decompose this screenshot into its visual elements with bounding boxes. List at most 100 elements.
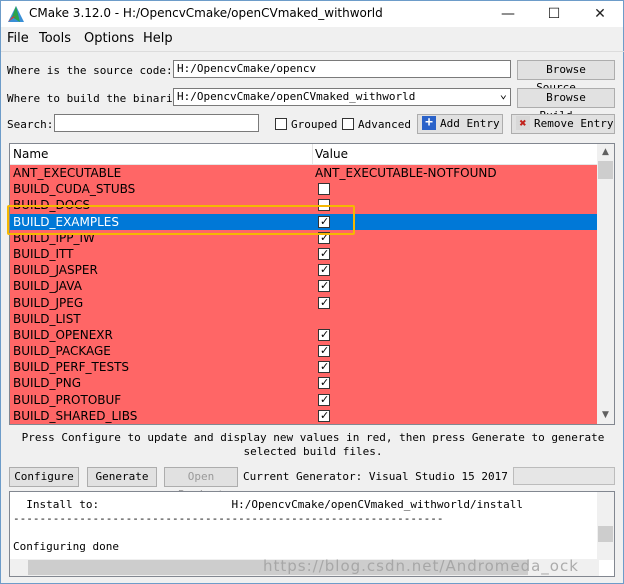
- table-row[interactable]: ANT_EXECUTABLE ANT_EXECUTABLE-NOTFOUND: [10, 165, 598, 182]
- chevron-down-icon[interactable]: ⌄: [500, 86, 507, 102]
- variable-name: BUILD_LIST: [13, 311, 81, 326]
- grouped-checkbox[interactable]: [275, 118, 287, 130]
- table-row[interactable]: BUILD_PACKAGE ✓: [10, 343, 598, 360]
- value-checkbox[interactable]: ✓: [318, 263, 330, 277]
- open-project-button[interactable]: Open Project: [164, 467, 238, 501]
- menu-help[interactable]: Help: [143, 31, 173, 46]
- table-row[interactable]: BUILD_ITT ✓: [10, 245, 598, 263]
- watermark: https://blog.csdn.net/Andromeda_ock: [263, 557, 579, 575]
- configure-button[interactable]: Configure: [9, 467, 79, 487]
- table-row[interactable]: BUILD_OPENEXR ✓: [10, 326, 598, 344]
- checkmark-icon: ✓: [320, 376, 330, 390]
- output-line: ----------------------------------------…: [13, 512, 444, 525]
- checkmark-icon: ✓: [320, 327, 330, 341]
- table-row[interactable]: BUILD_SHARED_LIBS ✓: [10, 407, 598, 424]
- table-rows: ANT_EXECUTABLE ANT_EXECUTABLE-NOTFOUND BUI…: [10, 165, 598, 424]
- menu-file[interactable]: File: [7, 31, 29, 46]
- annotation-highlight-box: [7, 205, 355, 235]
- value-checkbox[interactable]: ✓: [318, 295, 330, 309]
- browse-source-button[interactable]: Browse Source...: [517, 60, 615, 94]
- advanced-checkbox[interactable]: [342, 118, 354, 130]
- variable-name: BUILD_CUDA_STUBS: [13, 182, 136, 197]
- cmake-logo-icon: [8, 6, 24, 22]
- grouped-label: Grouped: [291, 118, 338, 131]
- remove-entry-label: Remove Entry: [534, 117, 614, 130]
- menu-bar: File Tools Options Help: [1, 29, 623, 49]
- window-title: CMake 3.12.0 - H:/OpencvCmake/openCVmake…: [29, 6, 383, 20]
- value-checkbox[interactable]: ✓: [318, 246, 330, 260]
- maximize-button[interactable]: ☐: [531, 1, 577, 27]
- minimize-button[interactable]: —: [485, 1, 531, 27]
- cache-variables-table[interactable]: Name Value ANT_EXECUTABLE ANT_EXECUTABLE-…: [9, 143, 615, 425]
- table-row[interactable]: BUILD_JASPER ✓: [10, 262, 598, 279]
- variable-name: BUILD_PACKAGE: [13, 344, 111, 359]
- build-path-value: H:/OpencvCmake/openCVmaked_withworld: [177, 90, 416, 103]
- checkmark-icon: ✓: [320, 295, 330, 309]
- table-vertical-scrollbar[interactable]: ▲ ▼: [597, 144, 614, 424]
- variable-name: BUILD_PERF_TESTS: [13, 360, 130, 375]
- variable-value[interactable]: ANT_EXECUTABLE-NOTFOUND: [315, 165, 497, 181]
- value-checkbox[interactable]: ✓: [318, 344, 330, 358]
- browse-build-button[interactable]: Browse Build...: [517, 88, 615, 122]
- variable-name: ANT_EXECUTABLE: [13, 166, 122, 180]
- column-header-name[interactable]: Name: [13, 147, 48, 161]
- close-button[interactable]: ✕: [577, 1, 623, 27]
- variable-name: BUILD_JPEG: [13, 295, 84, 310]
- source-path-input[interactable]: H:/OpencvCmake/opencv: [173, 60, 511, 78]
- checkmark-icon: ✓: [320, 263, 330, 277]
- table-row[interactable]: BUILD_JPEG ✓: [10, 294, 598, 311]
- configure-hint: Press Configure to update and display ne…: [21, 431, 605, 458]
- value-checkbox[interactable]: [318, 183, 330, 196]
- column-divider[interactable]: [312, 144, 313, 164]
- table-row[interactable]: BUILD_LIST: [10, 310, 598, 327]
- menu-divider: [1, 51, 624, 52]
- output-scroll-thumb[interactable]: [598, 526, 613, 542]
- output-line: Configuring done: [13, 540, 119, 553]
- remove-entry-button[interactable]: ✖ Remove Entry: [511, 114, 615, 134]
- checkmark-icon: ✓: [320, 279, 330, 293]
- output-vertical-scrollbar[interactable]: [597, 492, 614, 560]
- table-row[interactable]: BUILD_PERF_TESTS ✓: [10, 359, 598, 376]
- variable-name: BUILD_PROTOBUF: [13, 392, 122, 407]
- plus-icon: +: [422, 116, 436, 130]
- add-entry-label: Add Entry: [440, 117, 500, 130]
- variable-name: BUILD_OPENEXR: [13, 327, 113, 342]
- source-label: Where is the source code:: [7, 64, 173, 77]
- table-row[interactable]: BUILD_PNG ✓: [10, 375, 598, 392]
- variable-name: BUILD_PNG: [13, 376, 81, 391]
- variable-name: BUILD_JAVA: [13, 279, 82, 294]
- build-path-combobox[interactable]: H:/OpencvCmake/openCVmaked_withworld ⌄: [173, 86, 511, 106]
- scroll-down-icon[interactable]: ▼: [597, 407, 614, 424]
- menu-tools[interactable]: Tools: [39, 31, 71, 46]
- value-checkbox[interactable]: ✓: [318, 360, 330, 374]
- variable-name: BUILD_ITT: [13, 246, 74, 261]
- current-generator: Current Generator: Visual Studio 15 2017…: [243, 470, 548, 483]
- progress-bar: [513, 467, 615, 485]
- table-row[interactable]: BUILD_CUDA_STUBS: [10, 181, 598, 198]
- advanced-label: Advanced: [358, 118, 411, 131]
- value-checkbox[interactable]: ✓: [318, 279, 330, 293]
- cmake-window: CMake 3.12.0 - H:/OpencvCmake/openCVmake…: [0, 0, 624, 584]
- add-entry-button[interactable]: + Add Entry: [417, 114, 503, 134]
- scroll-thumb[interactable]: [598, 161, 613, 179]
- title-bar[interactable]: CMake 3.12.0 - H:/OpencvCmake/openCVmake…: [1, 1, 623, 27]
- checkmark-icon: ✓: [320, 246, 330, 260]
- generate-button[interactable]: Generate: [87, 467, 157, 487]
- checkmark-icon: ✓: [320, 408, 330, 422]
- variable-name: BUILD_SHARED_LIBS: [13, 408, 138, 423]
- value-checkbox[interactable]: ✓: [318, 327, 330, 341]
- checkmark-icon: ✓: [320, 392, 330, 406]
- search-label: Search:: [7, 118, 54, 131]
- output-line: Install to: H:/OpencvCmake/openCVmaked_w…: [13, 498, 523, 511]
- table-row[interactable]: BUILD_PROTOBUF ✓: [10, 391, 598, 408]
- value-checkbox[interactable]: ✓: [318, 376, 330, 390]
- search-input[interactable]: [54, 114, 259, 132]
- table-row[interactable]: BUILD_JAVA ✓: [10, 278, 598, 295]
- value-checkbox[interactable]: ✓: [318, 408, 330, 422]
- checkmark-icon: ✓: [320, 360, 330, 374]
- variable-name: BUILD_JASPER: [13, 263, 98, 278]
- scroll-up-icon[interactable]: ▲: [597, 144, 614, 161]
- value-checkbox[interactable]: ✓: [318, 392, 330, 406]
- menu-options[interactable]: Options: [84, 31, 134, 46]
- column-header-value[interactable]: Value: [315, 147, 348, 161]
